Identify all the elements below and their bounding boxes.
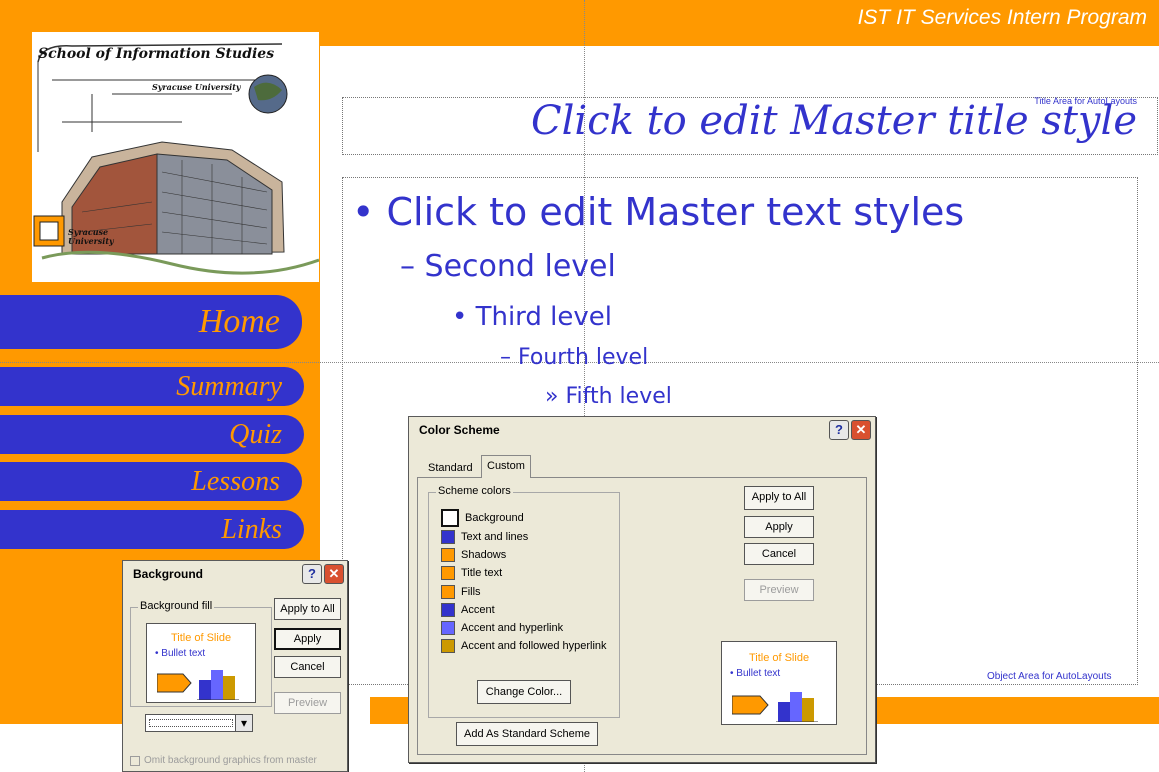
preview-title-text: Title of Slide — [748, 652, 810, 664]
background-dialog: Background ? ✕ Background fill Title of … — [122, 560, 348, 772]
tab-custom[interactable]: Custom — [481, 455, 531, 478]
cancel-button[interactable]: Cancel — [744, 543, 814, 565]
title-area-label: Title Area for AutoLayouts — [1034, 96, 1137, 106]
tab-panel: Scheme colors Background Text and lines … — [417, 477, 867, 755]
nav-home-button[interactable]: Home — [0, 295, 302, 349]
scheme-item-title-text[interactable]: Title text — [441, 565, 502, 581]
background-preview: Title of Slide • Bullet text — [146, 623, 256, 703]
scheme-colors-group: Scheme colors Background Text and lines … — [428, 485, 620, 718]
scheme-item-label: Text and lines — [461, 531, 529, 543]
school-logo: School of Information Studies Syracuse U… — [32, 32, 319, 282]
background-fill-group: Background fill Title of Slide • Bullet … — [130, 600, 272, 707]
scheme-item-fills[interactable]: Fills — [441, 584, 481, 600]
close-icon[interactable]: ✕ — [324, 564, 344, 584]
add-standard-scheme-button[interactable]: Add As Standard Scheme — [456, 722, 598, 746]
scheme-item-label: Accent — [461, 604, 495, 616]
swatch-fills — [441, 585, 455, 600]
preview-title-text: Title of Slide — [170, 632, 232, 644]
nav-links-button[interactable]: Links — [0, 510, 304, 549]
fill-color-swatch — [149, 719, 233, 727]
color-scheme-dialog: Color Scheme ? ✕ Standard Custom Scheme … — [408, 416, 876, 763]
swatch-title-text — [441, 566, 455, 581]
text-level-2[interactable]: – Second level — [400, 249, 616, 284]
nav-summary-button[interactable]: Summary — [0, 367, 304, 406]
scheme-colors-label: Scheme colors — [436, 485, 513, 497]
omit-background-label: Omit background graphics from master — [144, 755, 317, 766]
preview-bullet-text: • Bullet text — [155, 648, 206, 659]
apply-to-all-button[interactable]: Apply to All — [744, 486, 814, 510]
swatch-text-and-lines — [441, 530, 455, 545]
object-area-label: Object Area for AutoLayouts — [987, 671, 1112, 682]
tab-standard[interactable]: Standard — [423, 458, 478, 478]
fill-color-dropdown[interactable]: ▾ — [145, 714, 253, 732]
scheme-item-label: Accent and hyperlink — [461, 622, 564, 634]
text-level-5[interactable]: » Fifth level — [545, 384, 672, 409]
preview-chart-icon — [157, 670, 239, 700]
background-fill-label: Background fill — [138, 600, 215, 612]
scheme-preview: Title of Slide • Bullet text — [721, 641, 837, 725]
scheme-item-background[interactable]: Background — [441, 509, 524, 527]
preview-button[interactable]: Preview — [744, 579, 814, 601]
text-level-3[interactable]: • Third level — [452, 302, 612, 332]
swatch-background — [441, 509, 459, 527]
background-dialog-title: Background — [133, 567, 204, 581]
swatch-shadows — [441, 548, 455, 563]
apply-button[interactable]: Apply — [744, 516, 814, 538]
university-seal: Syracuse University — [68, 227, 114, 246]
scheme-item-accent-hyperlink[interactable]: Accent and hyperlink — [441, 620, 563, 636]
omit-background-checkbox[interactable] — [130, 756, 140, 766]
color-scheme-titlebar[interactable]: Color Scheme ? ✕ — [409, 417, 875, 443]
help-icon[interactable]: ? — [302, 564, 322, 584]
scheme-item-text-and-lines[interactable]: Text and lines — [441, 529, 528, 545]
scheme-item-label: Title text — [461, 567, 503, 579]
school-name: School of Information Studies — [38, 46, 275, 62]
scheme-item-label: Accent and followed hyperlink — [461, 640, 607, 652]
title-placeholder[interactable]: Click to edit Master title style Title A… — [342, 96, 1158, 155]
color-scheme-title: Color Scheme — [419, 423, 500, 437]
nav-quiz-button[interactable]: Quiz — [0, 415, 304, 454]
program-title: IST IT Services Intern Program — [857, 6, 1147, 29]
scheme-item-accent-followed-hyperlink[interactable]: Accent and followed hyperlink — [441, 638, 607, 654]
close-icon[interactable]: ✕ — [851, 420, 871, 440]
change-color-button[interactable]: Change Color... — [477, 680, 571, 704]
text-level-4[interactable]: – Fourth level — [500, 345, 648, 370]
nav-lessons-button[interactable]: Lessons — [0, 462, 302, 501]
cancel-button[interactable]: Cancel — [274, 656, 341, 678]
swatch-accent-followed-hyperlink — [441, 639, 455, 654]
help-icon[interactable]: ? — [829, 420, 849, 440]
text-level-1[interactable]: • Click to edit Master text styles — [352, 190, 964, 234]
scheme-item-label: Shadows — [461, 549, 507, 561]
scheme-item-shadows[interactable]: Shadows — [441, 547, 506, 563]
swatch-accent — [441, 603, 455, 618]
swatch-accent-hyperlink — [441, 621, 455, 636]
apply-to-all-button[interactable]: Apply to All — [274, 598, 341, 620]
chevron-down-icon[interactable]: ▾ — [235, 715, 252, 731]
preview-button[interactable]: Preview — [274, 692, 341, 714]
scheme-item-label: Background — [465, 511, 524, 524]
apply-button[interactable]: Apply — [274, 628, 341, 650]
background-dialog-titlebar[interactable]: Background ? ✕ — [123, 561, 347, 587]
scheme-item-label: Fills — [461, 586, 481, 598]
university-name: Syracuse University — [152, 82, 241, 92]
preview-chart-icon — [732, 692, 818, 722]
preview-bullet-text: • Bullet text — [730, 668, 781, 679]
scheme-item-accent[interactable]: Accent — [441, 602, 495, 618]
